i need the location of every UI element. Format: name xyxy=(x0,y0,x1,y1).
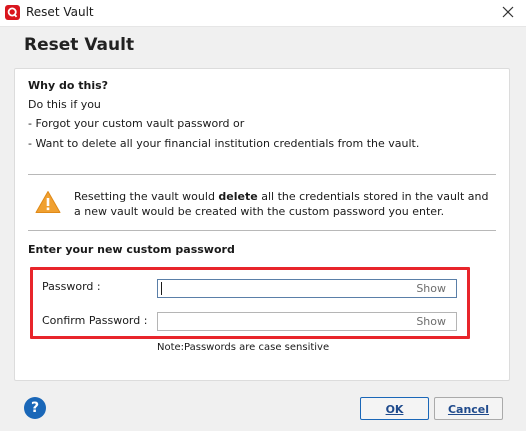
window-title: Reset Vault xyxy=(26,5,94,19)
password-field[interactable]: Show xyxy=(157,279,457,298)
why-line: Do this if you xyxy=(28,98,101,111)
warning-triangle-icon xyxy=(35,190,61,214)
confirm-password-input[interactable] xyxy=(160,314,390,329)
why-title: Why do this? xyxy=(28,79,109,92)
quicken-app-icon xyxy=(5,5,20,20)
warning-text-part: Resetting the vault would xyxy=(74,190,219,203)
confirm-password-show-button[interactable]: Show xyxy=(416,315,446,328)
case-sensitive-note: Note:Passwords are case sensitive xyxy=(157,342,330,353)
confirm-password-field[interactable]: Show xyxy=(157,312,457,331)
dialog-heading: Reset Vault xyxy=(24,35,135,55)
cancel-button[interactable]: Cancel xyxy=(434,397,503,420)
password-input[interactable] xyxy=(160,281,390,296)
help-icon[interactable]: ? xyxy=(24,397,46,419)
password-show-button[interactable]: Show xyxy=(416,282,446,295)
why-line: - Forgot your custom vault password or xyxy=(28,117,245,130)
password-label: Password : xyxy=(42,280,101,293)
confirm-password-label: Confirm Password : xyxy=(42,314,148,327)
divider xyxy=(28,230,496,231)
why-line: - Want to delete all your financial inst… xyxy=(28,137,420,150)
close-icon[interactable] xyxy=(500,4,516,20)
warning-text-bold: delete xyxy=(218,190,258,203)
password-section-heading: Enter your new custom password xyxy=(28,243,235,256)
warning-text: Resetting the vault would delete all the… xyxy=(74,189,494,219)
ok-button[interactable]: OK xyxy=(360,397,429,420)
title-bar: Reset Vault xyxy=(0,0,526,27)
divider xyxy=(28,174,496,175)
